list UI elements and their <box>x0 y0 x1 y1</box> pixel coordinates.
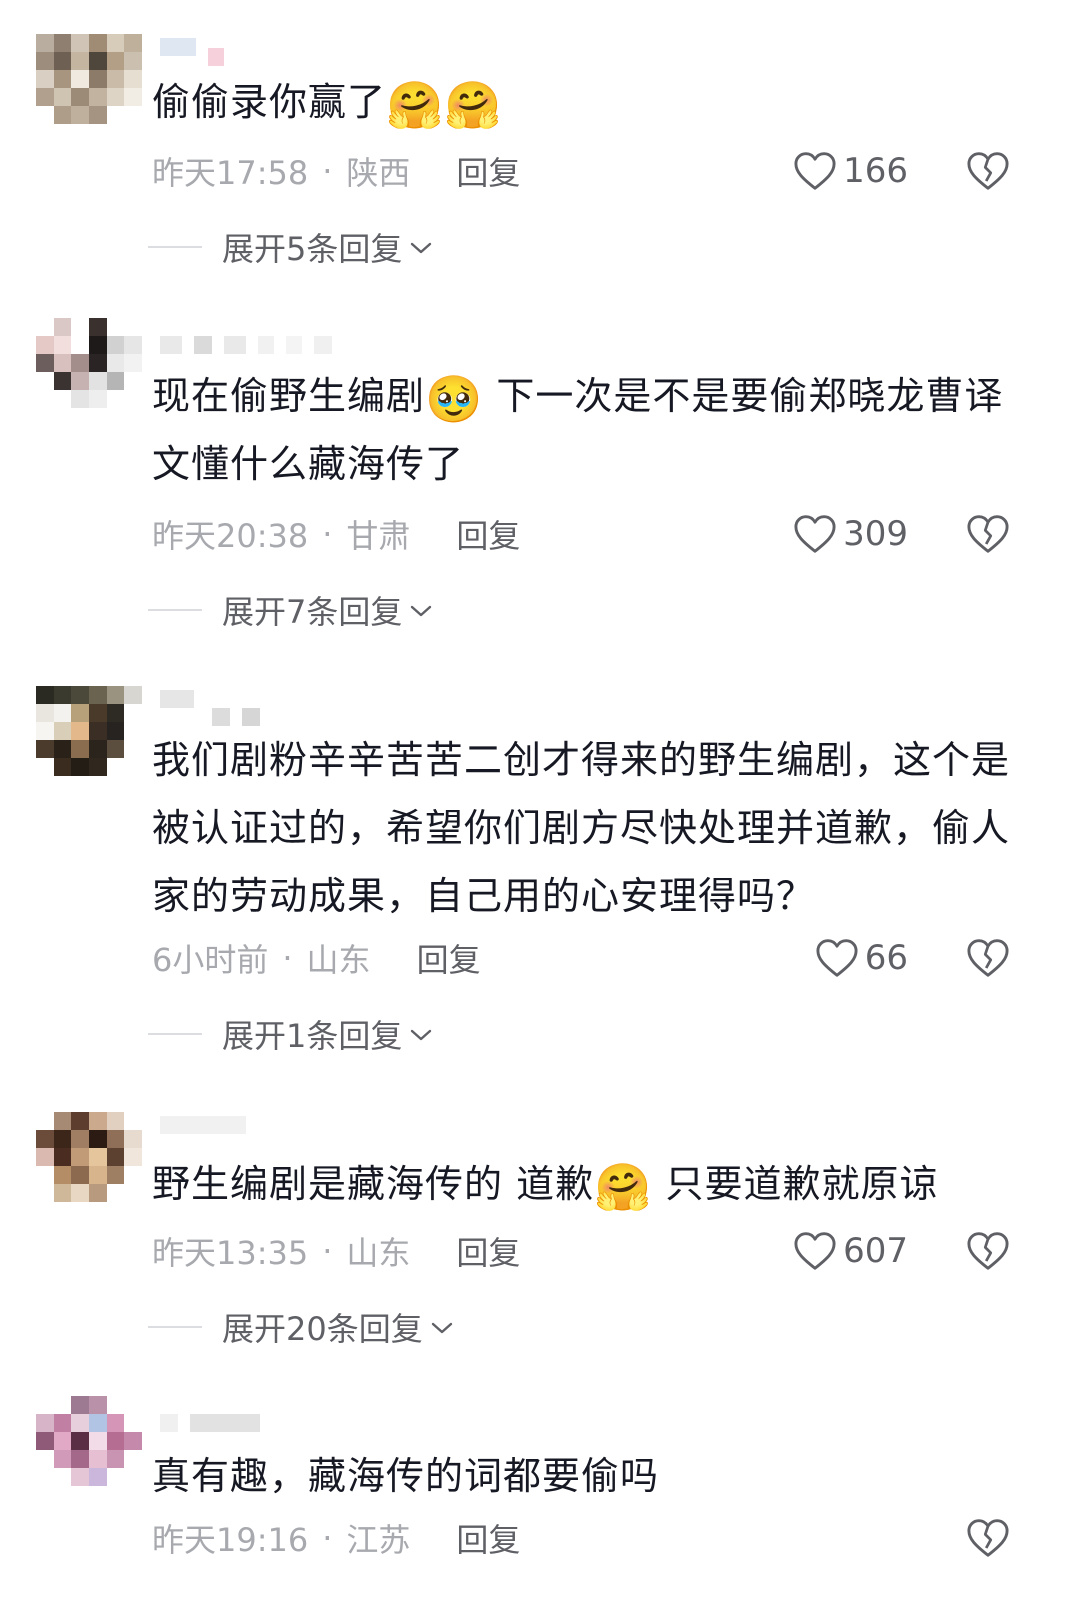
comment-time: 6小时前 <box>152 941 269 979</box>
reply-button[interactable]: 回复 <box>417 935 481 981</box>
comment-meta: 昨天17:58 · 陕西 回复 <box>152 149 520 193</box>
dislike-button[interactable] <box>966 149 1010 193</box>
like-count: 66 <box>864 938 908 978</box>
divider-line <box>148 246 202 248</box>
comment-text: 我们剧粉辛辛苦苦二创才得来的野生编剧，这个是被认证过的，希望你们剧方尽快处理并道… <box>152 738 1011 918</box>
chevron-down-icon <box>429 1308 455 1346</box>
heart-outline-icon <box>793 151 837 191</box>
meta-separator: · <box>282 939 293 977</box>
comment-meta: 昨天13:35 · 山东 回复 <box>152 1229 520 1273</box>
divider-line <box>148 1033 202 1035</box>
chevron-down-icon <box>408 228 434 266</box>
divider-line <box>148 1326 202 1328</box>
comment-time: 昨天17:58 <box>152 154 309 192</box>
expand-replies-button[interactable]: 展开5条回复 <box>148 225 434 269</box>
expand-replies-button[interactable]: 展开1条回复 <box>148 1012 434 1056</box>
meta-separator: · <box>322 515 333 553</box>
comment-text: 现在偷野生编剧🥹 下一次是不是要偷郑晓龙曹译文懂什么藏海传了 <box>152 372 1004 486</box>
expand-replies-button[interactable]: 展开7条回复 <box>148 588 434 632</box>
like-button[interactable]: 166 <box>793 149 908 193</box>
dislike-button[interactable] <box>966 936 1010 980</box>
hugging-face-emoji: 🤗 <box>386 78 445 132</box>
avatar[interactable] <box>36 318 142 408</box>
reply-button[interactable]: 回复 <box>456 1228 520 1274</box>
chevron-down-icon <box>408 591 434 629</box>
heart-outline-icon <box>793 1231 837 1271</box>
avatar[interactable] <box>36 1112 142 1202</box>
expand-replies-label: 展开20条回复 <box>222 1310 423 1348</box>
chevron-down-icon <box>408 1015 434 1053</box>
expand-replies-label: 展开1条回复 <box>222 1017 403 1055</box>
meta-separator: · <box>322 152 333 190</box>
dislike-button[interactable] <box>966 512 1010 556</box>
username-blurred[interactable] <box>160 334 332 356</box>
reply-button[interactable]: 回复 <box>456 511 520 557</box>
broken-heart-icon <box>966 1231 1010 1271</box>
reply-button[interactable]: 回复 <box>456 1515 520 1561</box>
expand-replies-label: 展开7条回复 <box>222 593 403 631</box>
like-button[interactable]: 607 <box>793 1229 908 1273</box>
comment-location: 山东 <box>306 941 371 979</box>
like-count: 166 <box>843 151 908 191</box>
comment-location: 陕西 <box>346 154 411 192</box>
avatar[interactable] <box>36 686 142 776</box>
hugging-face-emoji: 🤗 <box>444 78 503 132</box>
like-button[interactable]: 66 <box>815 936 908 980</box>
expand-replies-button[interactable]: 展开20条回复 <box>148 1305 455 1349</box>
avatar[interactable] <box>36 34 142 124</box>
comment-text: 真有趣，藏海传的词都要偷吗 <box>152 1454 660 1498</box>
broken-heart-icon <box>966 938 1010 978</box>
comment-time: 昨天19:16 <box>152 1521 309 1559</box>
broken-heart-icon <box>966 151 1010 191</box>
divider-line <box>148 609 202 611</box>
username-blurred[interactable] <box>160 1412 260 1434</box>
meta-separator: · <box>322 1232 333 1270</box>
comment-meta: 昨天20:38 · 甘肃 回复 <box>152 512 520 556</box>
like-count: 309 <box>843 514 908 554</box>
like-button[interactable]: 309 <box>793 512 908 556</box>
dislike-button[interactable] <box>966 1229 1010 1273</box>
comment-meta: 6小时前 · 山东 回复 <box>152 936 481 980</box>
like-count: 607 <box>843 1231 908 1271</box>
comment-location: 甘肃 <box>346 517 411 555</box>
username-blurred[interactable] <box>160 1114 246 1136</box>
broken-heart-icon <box>966 514 1010 554</box>
comment-time: 昨天20:38 <box>152 517 309 555</box>
comment-location: 江苏 <box>346 1521 411 1559</box>
comment-text: 野生编剧是藏海传的 道歉🤗 只要道歉就原谅 <box>152 1160 939 1214</box>
broken-heart-icon <box>966 1518 1010 1558</box>
comment-meta: 昨天19:16 · 江苏 回复 <box>152 1516 520 1560</box>
username-blurred[interactable] <box>160 36 224 66</box>
reply-button[interactable]: 回复 <box>456 148 520 194</box>
dislike-button[interactable] <box>966 1516 1010 1560</box>
avatar[interactable] <box>36 1396 142 1486</box>
heart-outline-icon <box>815 938 859 978</box>
meta-separator: · <box>322 1519 333 1557</box>
comment-time: 昨天13:35 <box>152 1234 309 1272</box>
expand-replies-label: 展开5条回复 <box>222 230 403 268</box>
heart-outline-icon <box>793 514 837 554</box>
hugging-face-emoji: 🤗 <box>594 1160 653 1214</box>
username-blurred[interactable] <box>212 706 260 728</box>
comment-text: 偷偷录你赢了🤗🤗 <box>152 78 503 132</box>
comment-location: 山东 <box>346 1234 411 1272</box>
holding-back-tears-emoji: 🥹 <box>425 372 484 426</box>
username-blurred[interactable] <box>160 688 194 710</box>
